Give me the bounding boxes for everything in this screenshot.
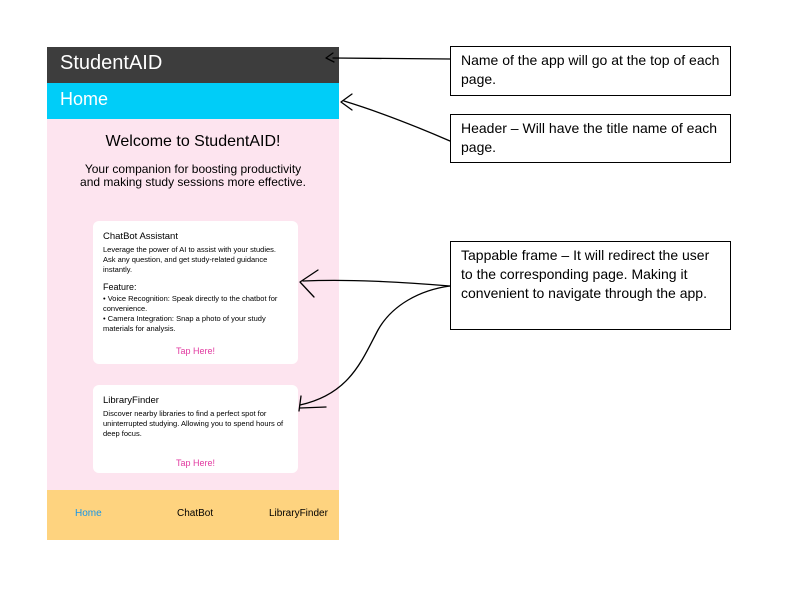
arrow-to-libraryfinder-card bbox=[299, 285, 451, 406]
arrowhead-chatbot-card bbox=[299, 269, 319, 298]
annotation-arrows bbox=[298, 52, 451, 412]
arrow-to-app-bar bbox=[332, 57, 451, 60]
arrow-to-header bbox=[343, 100, 451, 142]
arrow-to-chatbot-card bbox=[302, 279, 451, 287]
